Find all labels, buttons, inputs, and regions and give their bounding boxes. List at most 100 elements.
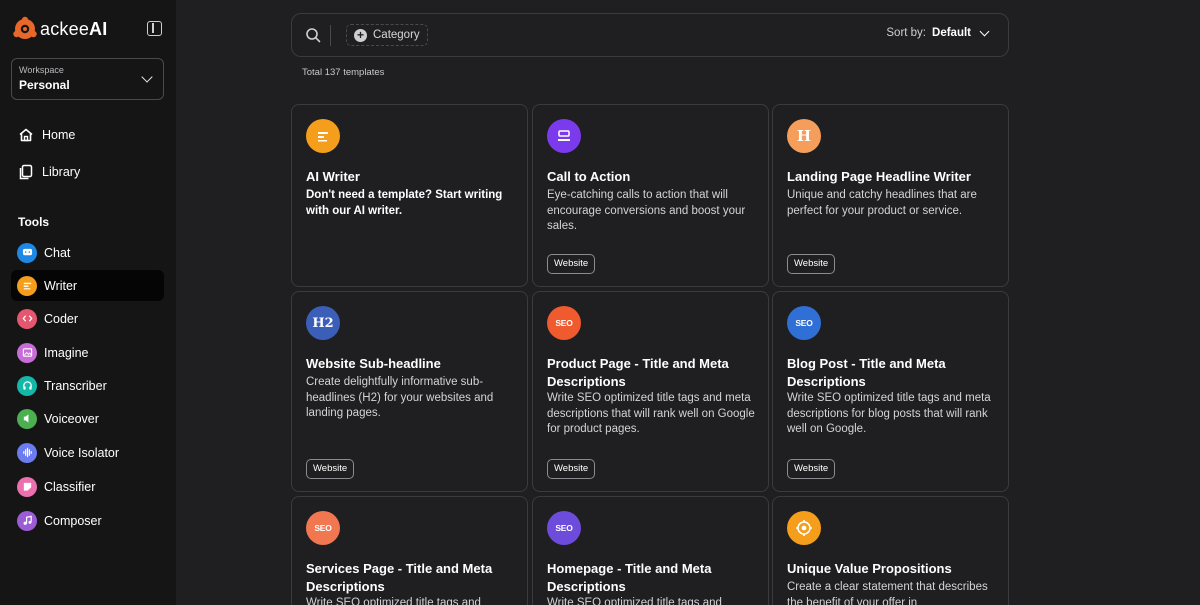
waveform-icon bbox=[17, 442, 37, 463]
classifier-icon bbox=[17, 476, 37, 497]
tool-label: Voiceover bbox=[44, 411, 99, 426]
tools-heading: Tools bbox=[18, 215, 50, 229]
sort-label: Sort by: bbox=[886, 27, 927, 39]
tool-item-voice-isolator[interactable]: Voice Isolator bbox=[11, 437, 164, 468]
template-card[interactable]: Call to Action Eye-catching calls to acti… bbox=[532, 104, 769, 287]
brand-logo[interactable]: ackeeAI bbox=[12, 16, 107, 42]
template-search-bar: + Category Sort by: Default bbox=[291, 13, 1009, 57]
total-templates-count: Total 137 templates bbox=[302, 67, 385, 78]
plus-circle-icon: + bbox=[354, 28, 367, 42]
tool-label: Coder bbox=[44, 311, 79, 326]
card-title: Website Sub-headline bbox=[306, 356, 441, 371]
tool-item-classifier[interactable]: Classifier bbox=[11, 471, 164, 502]
nav-home[interactable]: Home bbox=[18, 127, 75, 143]
headline-icon: H bbox=[787, 119, 821, 153]
card-title: Services Page - Title and Meta Descripti… bbox=[306, 561, 493, 594]
card-title: Homepage - Title and Meta Descriptions bbox=[547, 561, 712, 594]
ackee-logo-icon bbox=[12, 16, 38, 42]
composer-icon bbox=[17, 510, 37, 531]
cta-icon bbox=[547, 119, 581, 153]
workspace-label: Workspace bbox=[19, 65, 64, 75]
card-description: Create a clear statement that describes … bbox=[787, 581, 988, 605]
template-card[interactable]: H2 Website Sub-headline Create delightfull… bbox=[291, 291, 528, 492]
tool-item-imagine[interactable]: Imagine bbox=[11, 337, 164, 368]
seo-icon: SEO bbox=[547, 306, 581, 340]
tool-label: Chat bbox=[44, 245, 71, 260]
workspace-value: Personal bbox=[19, 78, 70, 92]
search-divider bbox=[330, 25, 331, 46]
tool-item-transcriber[interactable]: Transcriber bbox=[11, 370, 164, 401]
tool-item-composer[interactable]: Composer bbox=[11, 505, 164, 536]
seo-icon: SEO bbox=[787, 306, 821, 340]
template-card[interactable]: SEO Product Page - Title and Meta Descrip… bbox=[532, 291, 769, 492]
category-tag[interactable]: Website bbox=[547, 459, 596, 479]
category-tag[interactable]: Website bbox=[787, 254, 836, 274]
category-tag[interactable]: Website bbox=[547, 254, 596, 274]
card-title: Landing Page Headline Writer bbox=[787, 169, 971, 184]
target-icon bbox=[787, 511, 821, 545]
category-filter-button[interactable]: + Category bbox=[346, 24, 428, 46]
headphones-icon bbox=[17, 375, 37, 396]
home-icon bbox=[19, 128, 33, 142]
search-icon[interactable] bbox=[305, 27, 321, 43]
library-icon bbox=[19, 164, 33, 180]
chat-icon bbox=[17, 242, 37, 263]
nav-library-label: Library bbox=[42, 165, 81, 179]
card-description: Write SEO optimized title tags and meta … bbox=[547, 392, 755, 435]
tool-label: Writer bbox=[44, 278, 78, 293]
seo-icon: SEO bbox=[547, 511, 581, 545]
card-description: Don't need a template? Start writing wit… bbox=[306, 189, 503, 217]
tool-item-coder[interactable]: Coder bbox=[11, 303, 164, 334]
code-icon bbox=[17, 308, 37, 329]
brand-suffix: AI bbox=[89, 18, 108, 39]
tool-item-voiceover[interactable]: Voiceover bbox=[11, 403, 164, 434]
tool-label: Classifier bbox=[44, 479, 96, 494]
tool-item-chat[interactable]: Chat bbox=[11, 237, 164, 268]
category-tag[interactable]: Website bbox=[306, 459, 355, 479]
nav-home-label: Home bbox=[42, 128, 76, 142]
brand-name: ackeeAI bbox=[40, 19, 107, 40]
tool-item-writer[interactable]: Writer bbox=[11, 270, 164, 301]
template-card[interactable]: SEO Blog Post - Title and Meta Descriptio… bbox=[772, 291, 1009, 492]
card-icon-text: SEO bbox=[555, 318, 573, 328]
card-title: AI Writer bbox=[306, 169, 360, 184]
card-description: Write SEO optimized title tags and bbox=[547, 597, 722, 605]
category-tag[interactable]: Website bbox=[787, 459, 836, 479]
card-title: Product Page - Title and Meta Descriptio… bbox=[547, 356, 729, 389]
template-card[interactable]: SEO Services Page - Title and Meta Descri… bbox=[291, 496, 528, 605]
template-card[interactable]: Unique Value Propositions Create a clear … bbox=[772, 496, 1009, 605]
sort-dropdown[interactable]: Sort by: Default bbox=[886, 26, 990, 39]
category-label: Category bbox=[373, 29, 420, 41]
main-content: + Category Sort by: Default Total 137 te… bbox=[176, 0, 1200, 605]
seo-icon: SEO bbox=[306, 511, 340, 545]
chevron-down-icon bbox=[979, 26, 990, 36]
tool-label: Voice Isolator bbox=[44, 445, 120, 460]
workspace-selector[interactable]: Workspace Personal bbox=[11, 58, 164, 100]
sidebar: ackeeAI Workspace Personal Home Library … bbox=[0, 0, 176, 605]
card-description: Eye-catching calls to action that will e… bbox=[547, 189, 746, 232]
card-title: Blog Post - Title and Meta Descriptions bbox=[787, 356, 946, 389]
writer-icon bbox=[17, 275, 37, 296]
card-icon-text: SEO bbox=[314, 523, 332, 533]
card-description: Write SEO optimized title tags and bbox=[306, 597, 481, 605]
card-description: Create delightfully informative sub-head… bbox=[306, 376, 494, 419]
card-icon-text: SEO bbox=[555, 523, 573, 533]
template-card[interactable]: H Landing Page Headline Writer Unique and … bbox=[772, 104, 1009, 287]
card-title: Unique Value Propositions bbox=[787, 561, 952, 576]
h2-icon: H2 bbox=[306, 306, 340, 340]
writer-icon bbox=[306, 119, 340, 153]
card-description: Unique and catchy headlines that are per… bbox=[787, 189, 977, 217]
voiceover-icon bbox=[17, 408, 37, 429]
tool-label: Imagine bbox=[44, 345, 89, 360]
template-card[interactable]: SEO Homepage - Title and Meta Description… bbox=[532, 496, 769, 605]
card-icon-text: SEO bbox=[795, 318, 813, 328]
template-card[interactable]: AI Writer Don't need a template? Start wr… bbox=[291, 104, 528, 287]
card-title: Call to Action bbox=[547, 169, 631, 184]
sort-value: Default bbox=[932, 27, 971, 39]
brand-prefix: ackee bbox=[40, 18, 90, 39]
tool-label: Transcriber bbox=[44, 378, 107, 393]
image-icon bbox=[17, 342, 37, 363]
collapse-sidebar-icon[interactable] bbox=[147, 21, 162, 36]
nav-library[interactable]: Library bbox=[18, 164, 80, 180]
card-icon-text: H bbox=[796, 127, 812, 145]
